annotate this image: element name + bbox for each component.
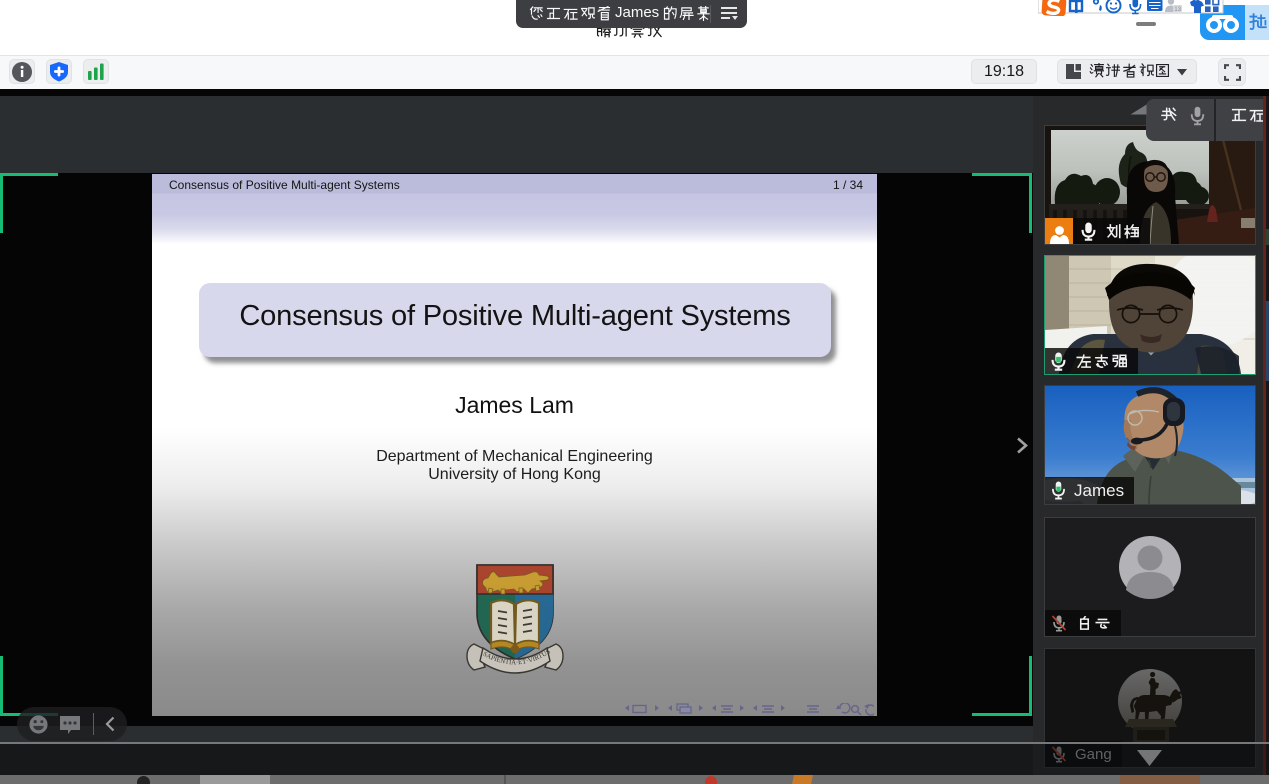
svg-text:13: 13 (1174, 6, 1181, 13)
